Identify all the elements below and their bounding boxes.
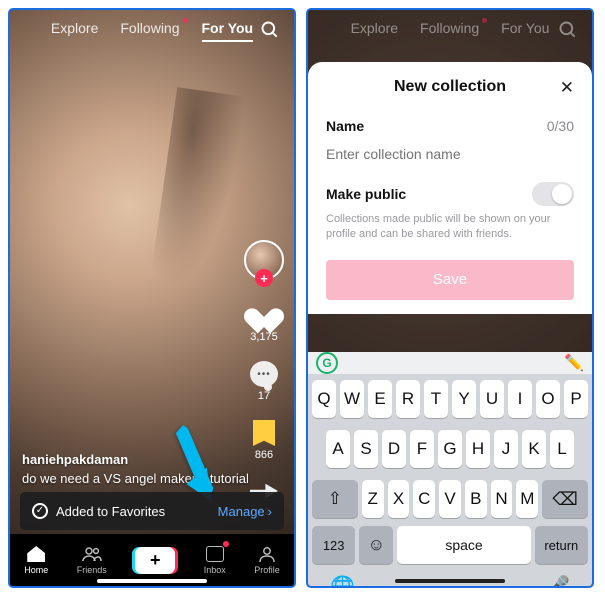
tab-friends[interactable]: Friends [77,545,107,575]
feed-screen: Explore Following For You + 3,175 17 866 [8,8,296,588]
globe-icon[interactable]: 🌐 [330,574,355,588]
space-key[interactable]: space [397,526,530,564]
key-k[interactable]: K [522,430,546,468]
home-indicator [395,579,505,583]
search-icon[interactable] [260,20,280,45]
key-w[interactable]: W [340,380,364,418]
profile-icon [257,545,277,563]
comment-count: 17 [258,390,270,402]
key-s[interactable]: S [354,430,378,468]
top-tabs: Explore Following For You [308,20,592,36]
sheet-title: New collection [394,78,506,96]
inbox-icon [205,545,225,563]
new-collection-screen: Explore Following For You New collection… [306,8,594,588]
key-l[interactable]: L [550,430,574,468]
key-c[interactable]: C [413,480,435,518]
key-p[interactable]: P [564,380,588,418]
plus-icon: + [135,547,175,574]
return-key[interactable]: return [535,526,588,564]
tab-explore[interactable]: Explore [351,20,398,36]
tab-profile[interactable]: Profile [254,545,280,575]
key-f[interactable]: F [410,430,434,468]
save-count: 866 [255,449,273,461]
key-z[interactable]: Z [362,480,384,518]
new-collection-sheet: New collection ✕ Name 0/30 Make public C… [308,62,592,314]
tab-inbox[interactable]: Inbox [204,545,226,575]
char-count: 0/30 [547,118,574,134]
key-r[interactable]: R [396,380,420,418]
tab-home[interactable]: Home [24,545,48,575]
grammarly-icon[interactable]: G [316,352,338,374]
toast-text: Added to Favorites [56,504,165,519]
search-icon[interactable] [558,20,578,45]
tab-for-you[interactable]: For You [501,20,549,36]
make-public-label: Make public [326,186,406,202]
check-icon: ✓ [32,503,48,519]
key-j[interactable]: J [494,430,518,468]
key-m[interactable]: M [516,480,538,518]
key-h[interactable]: H [466,430,490,468]
friends-icon [82,545,102,563]
manage-link[interactable]: Manage › [218,504,272,519]
key-v[interactable]: V [439,480,461,518]
top-tabs: Explore Following For You [10,20,294,42]
name-label: Name [326,118,364,134]
key-y[interactable]: Y [452,380,476,418]
chevron-right-icon: › [268,504,272,519]
key-u[interactable]: U [480,380,504,418]
action-rail: + 3,175 17 866 61 [244,240,284,518]
make-public-description: Collections made public will be shown on… [326,212,574,242]
like-button[interactable]: 3,175 [249,298,279,343]
backspace-key[interactable]: ⌫ [542,480,588,518]
numbers-key[interactable]: 123 [312,526,355,564]
bookmark-icon [253,420,275,446]
like-count: 3,175 [250,331,278,343]
close-icon[interactable]: ✕ [560,78,574,98]
creator-avatar[interactable]: + [244,240,284,280]
collection-name-input[interactable] [326,144,574,176]
comment-button[interactable]: 17 [250,361,278,402]
heart-icon [249,298,279,328]
keyboard-toolbar: G ✏️ [308,352,592,374]
added-favorites-toast: ✓ Added to Favorites Manage › [20,492,284,530]
tab-create[interactable]: + [135,547,175,574]
tab-for-you[interactable]: For You [202,20,254,42]
shift-key[interactable]: ⇧ [312,480,358,518]
make-public-toggle[interactable] [532,182,574,206]
save-button[interactable]: 866 [253,420,275,461]
mic-icon[interactable]: 🎤 [545,574,570,588]
key-b[interactable]: B [465,480,487,518]
key-i[interactable]: I [508,380,532,418]
tab-following[interactable]: Following [120,20,179,42]
key-a[interactable]: A [326,430,350,468]
key-x[interactable]: X [388,480,410,518]
key-e[interactable]: E [368,380,392,418]
comment-icon [250,361,278,387]
key-q[interactable]: Q [312,380,336,418]
tab-explore[interactable]: Explore [51,20,98,42]
emoji-key[interactable]: ☺ [359,526,393,564]
keyboard: G ✏️ QWERTYUIOP ASDFGHJKL ⇧ ZXCVBNM ⌫ 12… [308,352,592,586]
key-n[interactable]: N [491,480,513,518]
home-icon [27,546,45,562]
key-t[interactable]: T [424,380,448,418]
home-indicator [97,579,207,583]
sticker-icon[interactable]: ✏️ [564,353,584,373]
follow-plus-icon[interactable]: + [255,269,273,287]
save-button[interactable]: Save [326,260,574,300]
key-g[interactable]: G [438,430,462,468]
tab-following[interactable]: Following [420,20,479,36]
key-o[interactable]: O [536,380,560,418]
key-d[interactable]: D [382,430,406,468]
